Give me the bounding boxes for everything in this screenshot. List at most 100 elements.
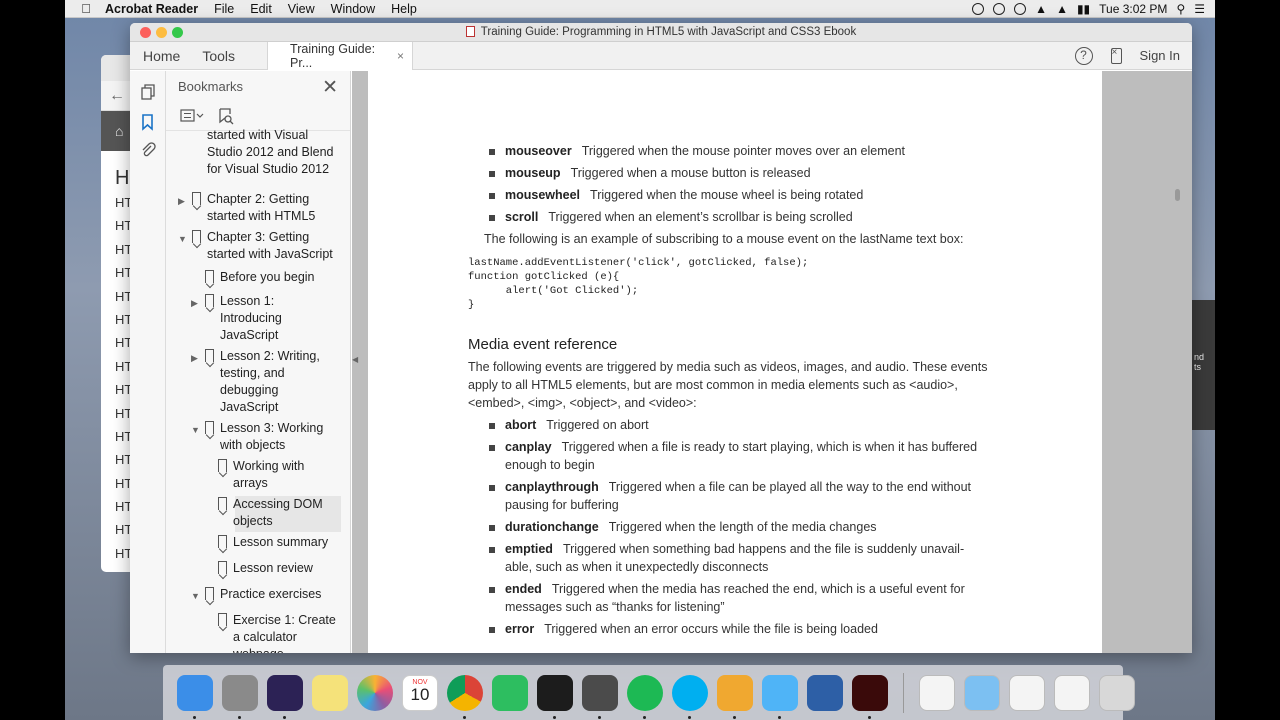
close-tab-icon[interactable]: × <box>397 49 404 63</box>
calendar-icon[interactable]: NOV 10 <box>402 674 438 711</box>
menu-window[interactable]: Window <box>331 2 375 16</box>
bookmark-item[interactable]: ▶ Lesson 2: Writing, testing, and debuggi… <box>166 348 341 418</box>
back-arrow-icon[interactable]: ← <box>101 87 125 104</box>
collapse-panel-arrow-icon[interactable]: ◀ <box>352 355 358 364</box>
running-indicator <box>598 715 601 719</box>
menu-list-icon[interactable]: ☰ <box>1194 2 1205 16</box>
media-event-item: canplay Triggered when a file is ready to… <box>505 440 977 454</box>
evernote-icon[interactable] <box>492 674 528 711</box>
photos-icon[interactable] <box>357 674 393 711</box>
home-icon[interactable]: ⌂ <box>101 123 123 139</box>
bookmark-item[interactable]: ▼ Lesson 3: Working with objects <box>166 420 341 456</box>
help-icon[interactable]: ? <box>1074 46 1093 65</box>
media-intro-line: apply to all HTML5 elements, but are mos… <box>468 378 958 392</box>
event-name: canplaythrough <box>505 480 599 494</box>
close-panel-icon[interactable]: ✕ <box>322 76 338 99</box>
event-description: Triggered when the mouse wheel is being … <box>590 188 864 202</box>
volume-icon[interactable]: ▲ <box>1056 2 1068 16</box>
tab-bar: Home Tools Training Guide: Pr... × ? Sig… <box>130 41 1192 70</box>
battery-icon[interactable]: ▮▮ <box>1077 2 1090 16</box>
running-indicator <box>688 715 691 719</box>
expanded-arrow-icon[interactable]: ▼ <box>191 422 200 439</box>
calendar-day: 10 <box>410 684 430 704</box>
trash-icon[interactable] <box>1099 674 1135 711</box>
acrobat-reader-icon[interactable] <box>852 674 888 719</box>
event-description-continued: pausing for buffering <box>505 498 619 512</box>
collapsed-arrow-icon[interactable]: ▶ <box>191 295 198 312</box>
close-window-button[interactable] <box>140 27 151 38</box>
screenshot-stack-icon[interactable] <box>1009 674 1045 711</box>
system-preferences-icon[interactable] <box>222 674 258 719</box>
bullet-icon <box>489 525 495 531</box>
messages-icon[interactable] <box>762 674 798 719</box>
bookmark-item[interactable]: Before you begin <box>166 269 341 289</box>
minimize-window-button[interactable] <box>156 27 167 38</box>
event-description: Triggered when the mouse pointer moves o… <box>581 144 906 158</box>
bookmark-options-icon[interactable] <box>180 108 204 123</box>
sign-in-button[interactable]: Sign In <box>1140 48 1180 63</box>
bookmark-icon <box>205 270 214 283</box>
bullet-icon <box>489 193 495 199</box>
folder-icon[interactable] <box>964 674 1000 711</box>
document-file-icon[interactable] <box>919 674 955 711</box>
tab-document[interactable]: Training Guide: Pr... × <box>267 41 414 70</box>
bookmark-item[interactable]: ▼ Chapter 3: Getting started with JavaScr… <box>166 229 341 265</box>
event-name: mouseover <box>505 144 572 158</box>
downloads-stack-icon[interactable] <box>1054 674 1090 711</box>
sync-icon[interactable] <box>993 2 1006 15</box>
collapsed-arrow-icon[interactable]: ▶ <box>178 193 185 210</box>
collapsed-arrow-icon[interactable]: ▶ <box>191 350 198 367</box>
terminal-icon[interactable] <box>537 674 573 719</box>
expanded-arrow-icon[interactable]: ▼ <box>178 231 187 248</box>
mobile-link-icon[interactable] <box>1110 47 1122 64</box>
bullet-icon <box>489 215 495 221</box>
bookmark-item[interactable]: ▶ Lesson 1: Introducing JavaScript <box>166 293 341 345</box>
bookmark-item[interactable]: Lesson review <box>166 560 341 580</box>
viewer-scrollbar[interactable] <box>1175 189 1180 201</box>
clock[interactable]: Tue 3:02 PM <box>1099 2 1167 16</box>
attachments-icon[interactable] <box>139 141 157 159</box>
menu-file[interactable]: File <box>214 2 234 16</box>
zoom-window-button[interactable] <box>172 27 183 38</box>
bullet-icon <box>489 171 495 177</box>
apple-icon[interactable]:  <box>79 1 93 16</box>
expanded-arrow-icon[interactable]: ▼ <box>191 588 200 605</box>
right-partial-window[interactable]: nd ts <box>1190 300 1215 430</box>
quicktime-icon[interactable] <box>807 674 843 711</box>
menu-view[interactable]: View <box>288 2 315 16</box>
bookmark-label: Accessing DOM objects <box>233 497 323 528</box>
bookmark-item[interactable]: Working with arrays <box>166 458 341 494</box>
page-thumbnails-icon[interactable] <box>139 83 157 101</box>
document-viewer[interactable]: ◀ mouseover Triggered when the mouse poin… <box>352 71 1192 653</box>
eclipse-icon[interactable] <box>267 674 303 719</box>
bookmark-item[interactable]: Accessing DOM objects <box>218 496 341 532</box>
bookmark-item[interactable]: Lesson summary <box>166 534 341 554</box>
find-bookmark-icon[interactable] <box>216 107 234 125</box>
record-icon[interactable] <box>972 2 985 15</box>
bookmark-item[interactable]: ▼ Practice exercises <box>166 586 341 606</box>
wifi-icon[interactable]: ▲ <box>1035 2 1047 16</box>
media-event-item: durationchange Triggered when the length … <box>505 520 877 534</box>
skype-icon[interactable] <box>672 674 708 719</box>
audacity-icon[interactable] <box>717 674 753 719</box>
bookmark-label: Lesson 1: Introducing JavaScript <box>220 294 282 342</box>
bookmark-item[interactable]: started with Visual Studio 2012 and Blen… <box>166 127 341 181</box>
media-event-item: canplaythrough Triggered when a file can … <box>505 480 971 494</box>
check-icon[interactable] <box>1014 2 1027 15</box>
stickies-icon[interactable] <box>312 674 348 711</box>
sublime-text-icon[interactable] <box>582 674 618 719</box>
menu-edit[interactable]: Edit <box>250 2 272 16</box>
menu-help[interactable]: Help <box>391 2 417 16</box>
bookmark-label: Chapter 3: Getting started with JavaScri… <box>207 230 333 261</box>
bookmark-label: Practice exercises <box>220 587 322 601</box>
bookmark-item[interactable]: Exercise 1: Create a calculator webpage <box>166 612 341 653</box>
finder-icon[interactable] <box>177 674 213 719</box>
search-icon[interactable]: ⚲ <box>1176 2 1185 16</box>
chrome-icon[interactable] <box>447 674 483 719</box>
bookmark-item[interactable]: ▶ Chapter 2: Getting started with HTML5 <box>166 191 341 227</box>
bookmarks-icon[interactable] <box>139 113 157 131</box>
tab-home[interactable]: Home <box>143 48 180 64</box>
spotify-icon[interactable] <box>627 674 663 719</box>
tab-tools[interactable]: Tools <box>202 48 235 64</box>
menu-app-name[interactable]: Acrobat Reader <box>105 2 198 16</box>
